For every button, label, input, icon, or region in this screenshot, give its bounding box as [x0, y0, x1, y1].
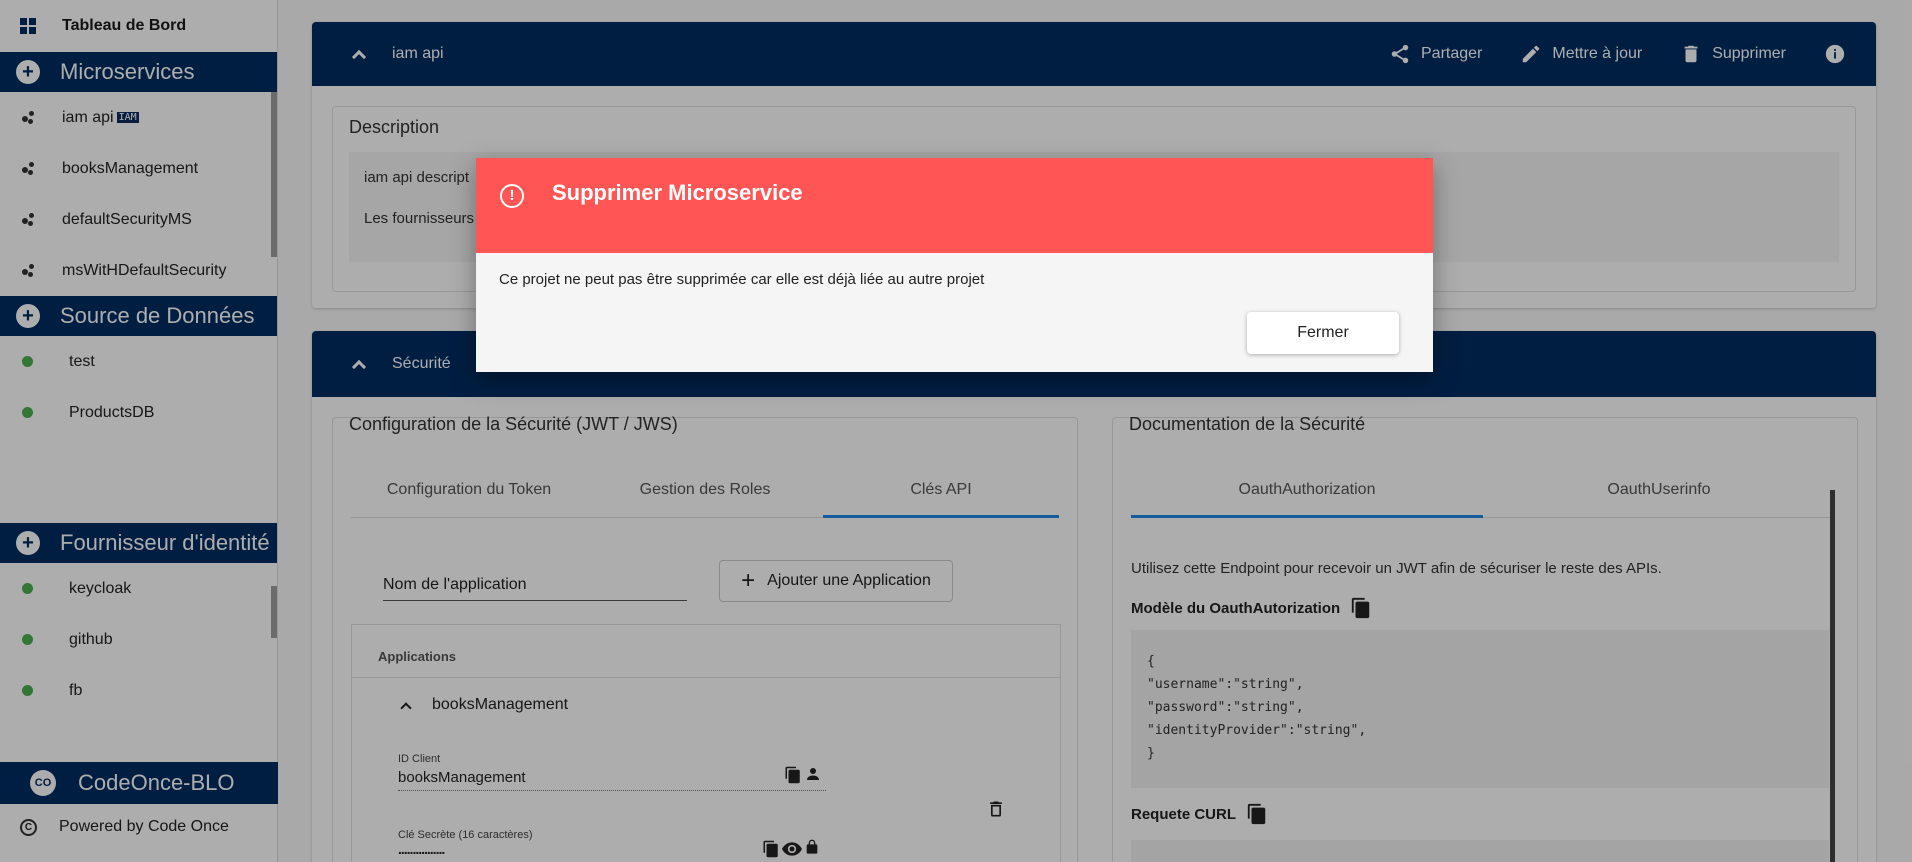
modal-backdrop[interactable] — [0, 0, 1912, 862]
dialog-title: Supprimer Microservice — [552, 180, 803, 205]
dialog-message: Ce projet ne peut pas être supprimée car… — [499, 271, 985, 288]
close-button[interactable]: Fermer — [1247, 312, 1399, 354]
error-alert-icon: ! — [500, 184, 524, 208]
delete-error-dialog: ! Supprimer Microservice Ce projet ne pe… — [476, 158, 1433, 372]
dialog-header: ! Supprimer Microservice — [476, 158, 1433, 253]
